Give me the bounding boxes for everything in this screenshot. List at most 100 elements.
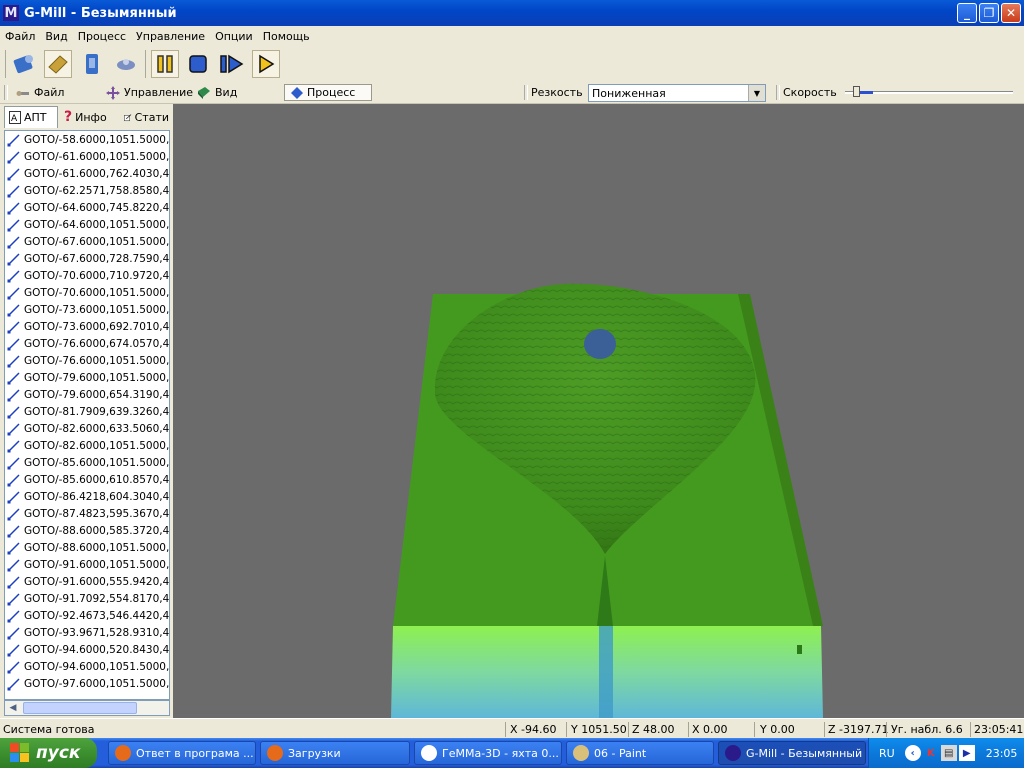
code-line-item[interactable]: GOTO/-94.6000,1051.5000,48 <box>5 658 169 675</box>
code-line-item[interactable]: GOTO/-87.4823,595.3670,48. <box>5 505 169 522</box>
tool-icon <box>86 54 98 74</box>
code-line-item[interactable]: GOTO/-70.6000,1051.5000,48 <box>5 284 169 301</box>
scroll-thumb[interactable] <box>23 702 137 714</box>
code-line-item[interactable]: GOTO/-61.6000,762.4030,48. <box>5 165 169 182</box>
title-bar[interactable]: M G-Mill - Безымянный _ ❐ ✕ <box>0 0 1024 26</box>
tab-stats[interactable]: Стати <box>120 106 173 128</box>
language-indicator[interactable]: RU <box>879 747 895 760</box>
code-line-item[interactable]: GOTO/-91.6000,1051.5000,48 <box>5 556 169 573</box>
code-line-item[interactable]: GOTO/-88.6000,585.3720,48. <box>5 522 169 539</box>
code-line-item[interactable]: GOTO/-92.4673,546.4420,48. <box>5 607 169 624</box>
taskbar-task-button[interactable]: Загрузки <box>260 741 410 765</box>
taskbar-task-button[interactable]: ГеММа-3D - яхта 0... <box>414 741 562 765</box>
code-line-item[interactable]: GOTO/-85.6000,610.8570,48. <box>5 471 169 488</box>
code-line-item[interactable]: GOTO/-64.6000,745.8220,48. <box>5 199 169 216</box>
speed-slider-thumb[interactable] <box>853 86 860 97</box>
tray-antivirus-icon[interactable]: K <box>923 745 939 761</box>
code-line-item[interactable]: GOTO/-93.9671,528.9310,48. <box>5 624 169 641</box>
open-model-button[interactable] <box>10 50 38 78</box>
step-forward-button[interactable] <box>218 50 246 78</box>
tab-apt[interactable]: A АПТ <box>4 106 58 128</box>
code-line-item[interactable]: GOTO/-67.6000,1051.5000,48 <box>5 233 169 250</box>
code-line-item[interactable]: GOTO/-76.6000,674.0570,48. <box>5 335 169 352</box>
code-line-item[interactable]: GOTO/-79.6000,654.3190,48. <box>5 386 169 403</box>
code-line-item[interactable]: GOTO/-88.6000,1051.5000,48 <box>5 539 169 556</box>
menu-control[interactable]: Управление <box>131 30 210 43</box>
code-line-text: GOTO/-73.6000,692.7010,48. <box>24 320 169 333</box>
apt-code-list[interactable]: GOTO/-58.6000,1051.5000,48 GOTO/-61.6000,… <box>4 130 170 700</box>
code-line-item[interactable]: GOTO/-73.6000,1051.5000,48 <box>5 301 169 318</box>
code-line-item[interactable]: GOTO/-67.6000,728.7590,48. <box>5 250 169 267</box>
panel-grip-3 <box>776 85 780 100</box>
panel-tab-control[interactable]: Управление <box>106 84 193 101</box>
sharpness-value: Пониженная <box>592 86 666 100</box>
panel-tab-view[interactable]: Вид <box>197 84 237 101</box>
restore-button[interactable]: ❐ <box>979 3 999 23</box>
code-line-item[interactable]: GOTO/-62.2571,758.8580,48. <box>5 182 169 199</box>
status-separator <box>566 722 567 737</box>
menu-options[interactable]: Опции <box>210 30 258 43</box>
code-line-text: GOTO/-85.6000,610.8570,48. <box>24 473 169 486</box>
scroll-left-icon[interactable]: ◀ <box>6 702 20 714</box>
linear-move-icon <box>7 252 20 265</box>
speed-slider[interactable] <box>845 86 1015 98</box>
code-line-item[interactable]: GOTO/-94.6000,520.8430,48. <box>5 641 169 658</box>
code-line-item[interactable]: GOTO/-64.6000,1051.5000,48 <box>5 216 169 233</box>
linear-move-icon <box>7 609 20 622</box>
horizontal-scrollbar[interactable]: ◀ <box>4 700 170 716</box>
taskbar-task-button[interactable]: Ответ в програма ... <box>108 741 256 765</box>
menu-help[interactable]: Помощь <box>258 30 315 43</box>
stop-button[interactable] <box>184 50 212 78</box>
code-line-item[interactable]: GOTO/-91.6000,555.9420,48. <box>5 573 169 590</box>
linear-move-icon <box>7 507 20 520</box>
paint-icon <box>573 745 589 761</box>
code-line-text: GOTO/-85.6000,1051.5000,48 <box>24 456 169 469</box>
linear-move-icon <box>7 439 20 452</box>
code-line-item[interactable]: GOTO/-70.6000,710.9720,48. <box>5 267 169 284</box>
chevron-down-icon[interactable]: ▼ <box>748 85 765 101</box>
camera-button[interactable] <box>112 50 140 78</box>
gmill-app-icon[interactable]: M <box>3 5 19 21</box>
panel-tab-process[interactable]: Процесс <box>284 84 372 101</box>
code-line-item[interactable]: GOTO/-76.6000,1051.5000,48 <box>5 352 169 369</box>
code-line-item[interactable]: GOTO/-91.7092,554.8170,48. <box>5 590 169 607</box>
code-line-item[interactable]: GOTO/-79.6000,1051.5000,48 <box>5 369 169 386</box>
status-separator <box>824 722 825 737</box>
taskbar-task-label: Ответ в програма ... <box>136 746 254 760</box>
taskbar-task-button[interactable]: 06 - Paint <box>566 741 714 765</box>
taskbar-task-button[interactable]: G-Mill - Безымянный <box>718 741 866 765</box>
taskbar-task-label: ГеММа-3D - яхта 0... <box>442 746 559 760</box>
code-line-item[interactable]: GOTO/-82.6000,633.5060,48. <box>5 420 169 437</box>
viewport-3d[interactable] <box>173 104 1024 718</box>
code-line-item[interactable]: GOTO/-97.6000,1051.5000,48 <box>5 675 169 692</box>
tab-info[interactable]: ? Инфо <box>60 106 118 128</box>
code-line-item[interactable]: GOTO/-58.6000,1051.5000,48 <box>5 131 169 148</box>
code-line-item[interactable]: GOTO/-81.7909,639.3260,48. <box>5 403 169 420</box>
minimize-button[interactable]: _ <box>957 3 977 23</box>
code-line-item[interactable]: GOTO/-61.6000,1051.5000,48 <box>5 148 169 165</box>
code-line-item[interactable]: GOTO/-82.6000,1051.5000,48 <box>5 437 169 454</box>
menu-view[interactable]: Вид <box>40 30 72 43</box>
tool-button[interactable] <box>78 50 106 78</box>
panel-tab-file[interactable]: Файл <box>16 84 64 101</box>
linear-move-icon <box>7 592 20 605</box>
close-button[interactable]: ✕ <box>1001 3 1021 23</box>
sharpness-select[interactable]: Пониженная ▼ <box>588 84 766 102</box>
code-line-item[interactable]: GOTO/-73.6000,692.7010,48. <box>5 318 169 335</box>
linear-move-icon <box>7 490 20 503</box>
menu-process[interactable]: Процесс <box>73 30 131 43</box>
tab-apt-label: АПТ <box>24 111 47 124</box>
material-button[interactable] <box>44 50 72 78</box>
tray-media-icon[interactable]: ▶ <box>958 745 975 761</box>
pause-button[interactable] <box>151 50 179 78</box>
play-button[interactable] <box>252 50 280 78</box>
tray-back-icon[interactable]: ‹ <box>904 745 921 761</box>
code-line-text: GOTO/-97.6000,1051.5000,48 <box>24 677 169 690</box>
svg-text:A: A <box>11 114 18 124</box>
start-button[interactable]: пуск <box>0 738 97 768</box>
code-line-item[interactable]: GOTO/-85.6000,1051.5000,48 <box>5 454 169 471</box>
tray-network-icon[interactable]: ▤ <box>940 745 957 761</box>
menu-file[interactable]: Файл <box>0 30 40 43</box>
code-line-item[interactable]: GOTO/-86.4218,604.3040,48. <box>5 488 169 505</box>
tab-info-label: Инфо <box>75 110 107 124</box>
